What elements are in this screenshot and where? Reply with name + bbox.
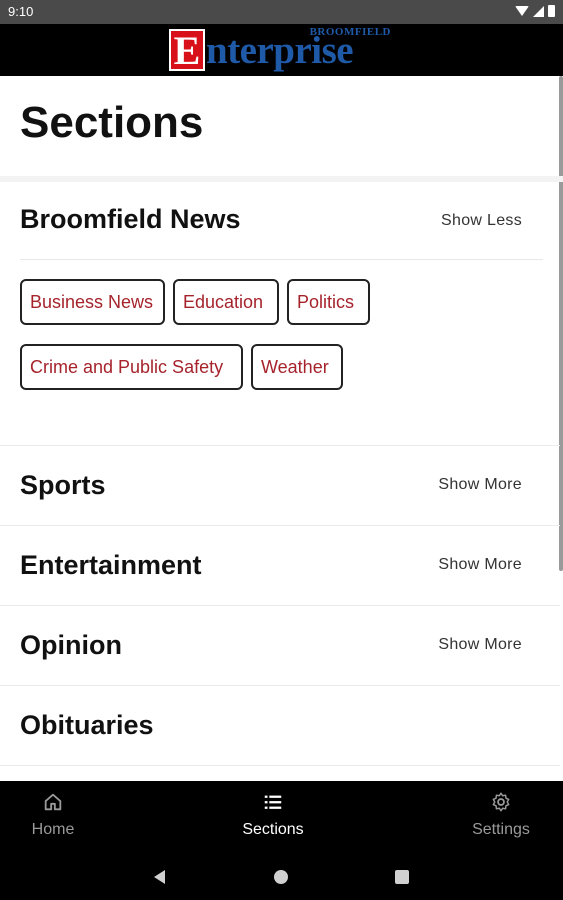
nav-settings[interactable]: Settings: [441, 791, 561, 839]
section-entertainment[interactable]: Entertainment Show More: [0, 526, 560, 606]
section-obituaries[interactable]: Obituaries: [0, 686, 560, 766]
chip-politics[interactable]: Politics: [287, 279, 370, 325]
section-title: Entertainment: [20, 550, 202, 580]
chip-weather[interactable]: Weather: [251, 344, 343, 390]
section-sports[interactable]: Sports Show More: [0, 446, 560, 526]
sections-list[interactable]: Sections Broomfield News Show Less Busin…: [0, 76, 563, 781]
chip-crime-and-public-safety[interactable]: Crime and Public Safety: [20, 344, 243, 390]
broomfield-enterprise-logo: E nterprise BROOMFIELD: [169, 26, 397, 73]
show-less-button[interactable]: Show Less: [441, 212, 522, 230]
list-icon: [264, 795, 282, 809]
status-icons: [515, 5, 555, 17]
gear-icon: [492, 792, 510, 812]
show-more-button[interactable]: Show More: [438, 556, 522, 574]
section-title: Broomfield News: [20, 204, 241, 234]
status-time: 9:10: [8, 4, 34, 19]
home-icon: [44, 793, 62, 811]
nav-settings-label: Settings: [472, 821, 530, 838]
chip-education[interactable]: Education: [173, 279, 279, 325]
section-title: Sports: [20, 470, 106, 500]
nav-sections[interactable]: Sections: [213, 791, 333, 839]
masthead: E nterprise BROOMFIELD: [0, 24, 563, 76]
section-opinion[interactable]: Opinion Show More: [0, 606, 560, 686]
back-icon[interactable]: [154, 870, 165, 884]
home-button-icon[interactable]: [274, 870, 288, 884]
wifi-icon: [515, 6, 529, 16]
subsection-divider: [20, 259, 543, 260]
logo-initial: E: [169, 29, 205, 71]
nav-home[interactable]: Home: [0, 791, 113, 839]
nav-sections-label: Sections: [242, 821, 304, 838]
show-more-button[interactable]: Show More: [438, 636, 522, 654]
battery-icon: [548, 5, 555, 17]
section-title: Obituaries: [20, 710, 154, 740]
section-title: Opinion: [20, 630, 122, 660]
nav-home-label: Home: [31, 821, 75, 838]
signal-icon: [533, 5, 544, 17]
recents-icon[interactable]: [395, 870, 409, 884]
logo-top-text: BROOMFIELD: [309, 26, 391, 38]
bottom-navigation: Home Sections Settings: [0, 781, 563, 851]
page-title: Sections: [20, 98, 204, 147]
chip-business-news[interactable]: Business News: [20, 279, 165, 325]
status-bar: 9:10: [0, 0, 563, 24]
system-navigation-bar: [0, 851, 563, 900]
show-more-button[interactable]: Show More: [438, 476, 522, 494]
